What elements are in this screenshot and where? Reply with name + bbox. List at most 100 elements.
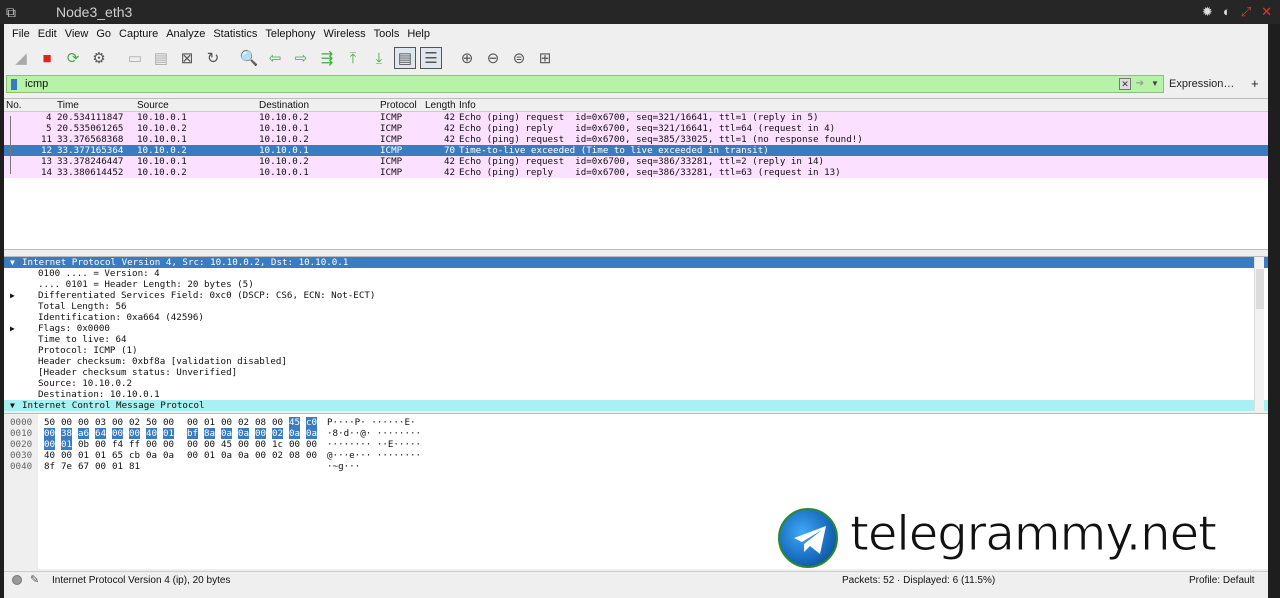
hex-byte[interactable]: 0a — [221, 450, 232, 461]
detail-row[interactable]: .... 0101 = Header Length: 20 bytes (5) — [4, 279, 1268, 290]
clear-filter-icon[interactable]: ✕ — [1119, 78, 1131, 90]
hex-byte[interactable]: 45 — [289, 417, 301, 428]
column-header-time[interactable]: Time — [57, 100, 79, 111]
resize-columns-icon[interactable]: ⊞ — [534, 47, 556, 69]
zoom-in-icon[interactable]: ⊕ — [456, 47, 478, 69]
hex-byte[interactable]: 01 — [95, 450, 106, 461]
last-packet-icon[interactable]: ⤓ — [368, 47, 390, 69]
start-capture-icon[interactable]: ◢ — [10, 47, 32, 69]
column-header-destination[interactable]: Destination — [259, 100, 309, 111]
hex-byte[interactable]: 65 — [112, 450, 123, 461]
menu-tools[interactable]: Tools — [370, 26, 404, 44]
hex-byte[interactable]: 00 — [163, 417, 174, 428]
expand-triangle-icon[interactable]: ▶ — [10, 323, 15, 334]
menu-statistics[interactable]: Statistics — [209, 26, 261, 44]
hex-byte[interactable]: 00 — [272, 417, 283, 428]
hex-byte[interactable]: 02 — [272, 428, 284, 439]
menu-help[interactable]: Help — [403, 26, 434, 44]
ascii-dump[interactable]: ·8·d··@· ········ — [327, 428, 421, 439]
hex-byte[interactable]: 00 — [255, 450, 266, 461]
hex-byte[interactable]: cb — [129, 450, 140, 461]
menu-analyze[interactable]: Analyze — [162, 26, 209, 44]
hex-byte[interactable]: 00 — [61, 417, 72, 428]
hex-byte[interactable]: 08 — [255, 417, 266, 428]
hex-byte[interactable]: 00 — [146, 439, 157, 450]
expression-button[interactable]: Expression… — [1169, 78, 1234, 90]
hex-byte[interactable]: 00 — [204, 439, 215, 450]
menu-wireless[interactable]: Wireless — [320, 26, 370, 44]
hex-byte[interactable]: ff — [129, 439, 140, 450]
hex-byte[interactable]: 01 — [61, 439, 73, 450]
stop-capture-icon[interactable]: ■ — [36, 47, 58, 69]
scrollbar-thumb[interactable] — [1256, 269, 1264, 309]
hex-byte[interactable]: 64 — [95, 428, 107, 439]
hex-byte[interactable]: 00 — [44, 428, 56, 439]
detail-row[interactable]: ▼ Internet Protocol Version 4, Src: 10.10… — [4, 257, 1268, 268]
hex-byte[interactable]: 1c — [272, 439, 283, 450]
packet-row[interactable]: 12 33.377165364 10.10.0.2 10.10.0.1 ICMP 70 Ti… — [4, 145, 1268, 156]
hex-byte[interactable]: 00 — [95, 439, 106, 450]
reload-file-icon[interactable]: ↻ — [202, 47, 224, 69]
add-filter-button[interactable]: + — [1251, 76, 1259, 91]
hex-byte[interactable]: 01 — [78, 450, 89, 461]
menu-edit[interactable]: Edit — [34, 26, 61, 44]
menu-capture[interactable]: Capture — [115, 26, 162, 44]
open-file-icon[interactable]: ▭ — [124, 47, 146, 69]
hex-byte[interactable]: 40 — [44, 450, 55, 461]
restart-capture-icon[interactable]: ⟳ — [62, 47, 84, 69]
hex-byte[interactable]: 00 — [289, 439, 300, 450]
go-back-icon[interactable]: ⇦ — [264, 47, 286, 69]
find-packet-icon[interactable]: 🔍 — [238, 47, 260, 69]
hex-byte[interactable]: 02 — [129, 417, 140, 428]
first-packet-icon[interactable]: ⤒ — [342, 47, 364, 69]
hex-byte[interactable]: 00 — [78, 417, 89, 428]
detail-row[interactable]: ▼ Internet Control Message Protocol — [4, 400, 1268, 411]
go-to-packet-icon[interactable]: ⇶ — [316, 47, 338, 69]
zoom-normal-icon[interactable]: ⊜ — [508, 47, 530, 69]
menu-telephony[interactable]: Telephony — [261, 26, 319, 44]
hex-byte[interactable]: 01 — [163, 428, 175, 439]
edit-comment-icon[interactable]: ✎ — [30, 573, 39, 586]
collapse-triangle-icon[interactable]: ▼ — [10, 400, 15, 411]
hex-byte[interactable]: 00 — [95, 461, 106, 472]
hex-byte[interactable]: 01 — [204, 417, 215, 428]
hex-byte[interactable]: 0a — [163, 450, 174, 461]
column-header-info[interactable]: Info — [459, 100, 476, 111]
ascii-dump[interactable]: ·~g··· — [327, 461, 360, 472]
hide-icon[interactable]: ◐ — [1223, 4, 1231, 20]
display-filter-input[interactable]: icmp ✕ ➔ ▼ — [6, 75, 1164, 93]
hex-byte[interactable]: 00 — [187, 439, 198, 450]
filter-text[interactable]: icmp — [25, 78, 48, 90]
hex-byte[interactable]: 0a — [289, 428, 301, 439]
hex-byte[interactable]: 8f — [44, 461, 55, 472]
detail-row[interactable]: Destination: 10.10.0.1 — [4, 389, 1268, 400]
hex-byte[interactable]: 0b — [78, 439, 89, 450]
menu-go[interactable]: Go — [92, 26, 115, 44]
hex-byte[interactable]: bf — [187, 428, 199, 439]
detail-row[interactable]: [Header checksum status: Unverified] — [4, 367, 1268, 378]
hex-byte[interactable]: 03 — [95, 417, 106, 428]
hex-byte[interactable]: 7e — [61, 461, 72, 472]
column-header-length[interactable]: Length — [425, 100, 456, 111]
hex-byte[interactable]: 00 — [187, 450, 198, 461]
detail-row[interactable]: Total Length: 56 — [4, 301, 1268, 312]
hex-byte[interactable]: 8a — [204, 428, 216, 439]
hex-byte[interactable]: 08 — [289, 450, 300, 461]
hex-byte[interactable]: 45 — [221, 439, 232, 450]
hex-byte[interactable]: 67 — [78, 461, 89, 472]
hex-byte[interactable]: 40 — [146, 428, 158, 439]
expand-triangle-icon[interactable]: ▶ — [10, 290, 15, 301]
hex-byte[interactable]: 50 — [146, 417, 157, 428]
hex-byte[interactable]: 00 — [255, 439, 266, 450]
detail-row[interactable]: Identification: 0xa664 (42596) — [4, 312, 1268, 323]
hex-byte[interactable]: 00 — [129, 428, 141, 439]
hex-byte[interactable]: 0a — [306, 428, 318, 439]
hex-byte[interactable]: 00 — [112, 428, 124, 439]
collapse-triangle-icon[interactable]: ▼ — [10, 257, 15, 268]
hex-byte[interactable]: 81 — [129, 461, 140, 472]
autoscroll-icon[interactable]: ▤ — [394, 47, 416, 69]
detail-row[interactable]: Header checksum: 0xbf8a [validation disa… — [4, 356, 1268, 367]
hex-byte[interactable]: 50 — [44, 417, 55, 428]
ascii-dump[interactable]: P····P· ······E· — [327, 417, 416, 428]
column-header-protocol[interactable]: Protocol — [380, 100, 417, 111]
